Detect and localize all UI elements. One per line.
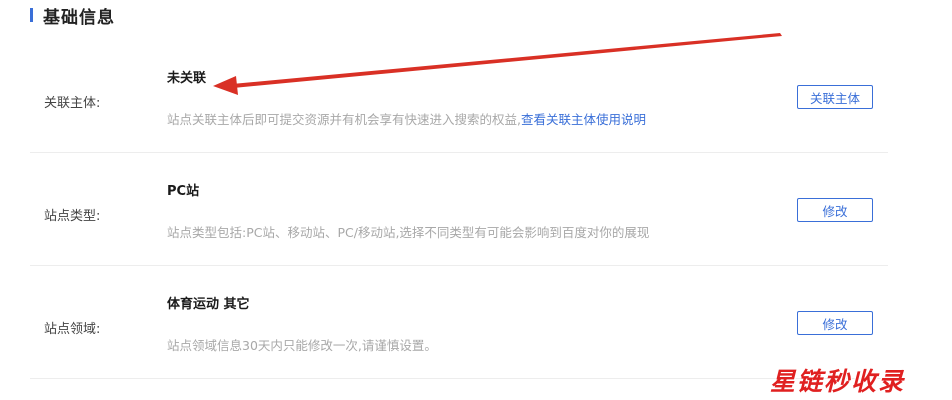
site-domain-label: 站点领域: [44, 322, 101, 337]
related-entity-button[interactable]: 关联主体 [797, 85, 873, 109]
site-type-edit-button[interactable]: 修改 [797, 198, 873, 222]
section-accent-bar [30, 8, 33, 22]
site-domain-description: 站点领域信息30天内只能修改一次,请谨慎设置。 [167, 338, 437, 353]
section-header: 基础信息 [30, 4, 115, 28]
related-entity-value: 未关联 [167, 71, 207, 86]
related-entity-help-link[interactable]: 查看关联主体使用说明 [521, 112, 646, 127]
form-row-site-type: 站点类型: PC站 站点类型包括:PC站、移动站、PC/移动站,选择不同类型有可… [30, 153, 888, 266]
site-type-value: PC站 [167, 184, 200, 199]
site-type-label: 站点类型: [44, 209, 101, 224]
form-row-site-domain: 站点领域: 体育运动 其它 站点领域信息30天内只能修改一次,请谨慎设置。 修改 [30, 266, 888, 379]
section-title: 基础信息 [43, 7, 115, 28]
site-domain-value: 体育运动 其它 [167, 297, 250, 312]
form-row-related-entity: 关联主体: 未关联 站点关联主体后即可提交资源并有机会享有快速进入搜索的权益,查… [30, 40, 888, 153]
related-entity-label: 关联主体: [44, 96, 101, 111]
watermark-logo: 星链秒收录 [770, 367, 906, 396]
related-entity-description: 站点关联主体后即可提交资源并有机会享有快速进入搜索的权益,查看关联主体使用说明 [167, 109, 646, 128]
site-domain-edit-button[interactable]: 修改 [797, 311, 873, 335]
related-entity-desc-text: 站点关联主体后即可提交资源并有机会享有快速进入搜索的权益, [167, 112, 521, 127]
site-type-description: 站点类型包括:PC站、移动站、PC/移动站,选择不同类型有可能会影响到百度对你的… [167, 225, 650, 240]
